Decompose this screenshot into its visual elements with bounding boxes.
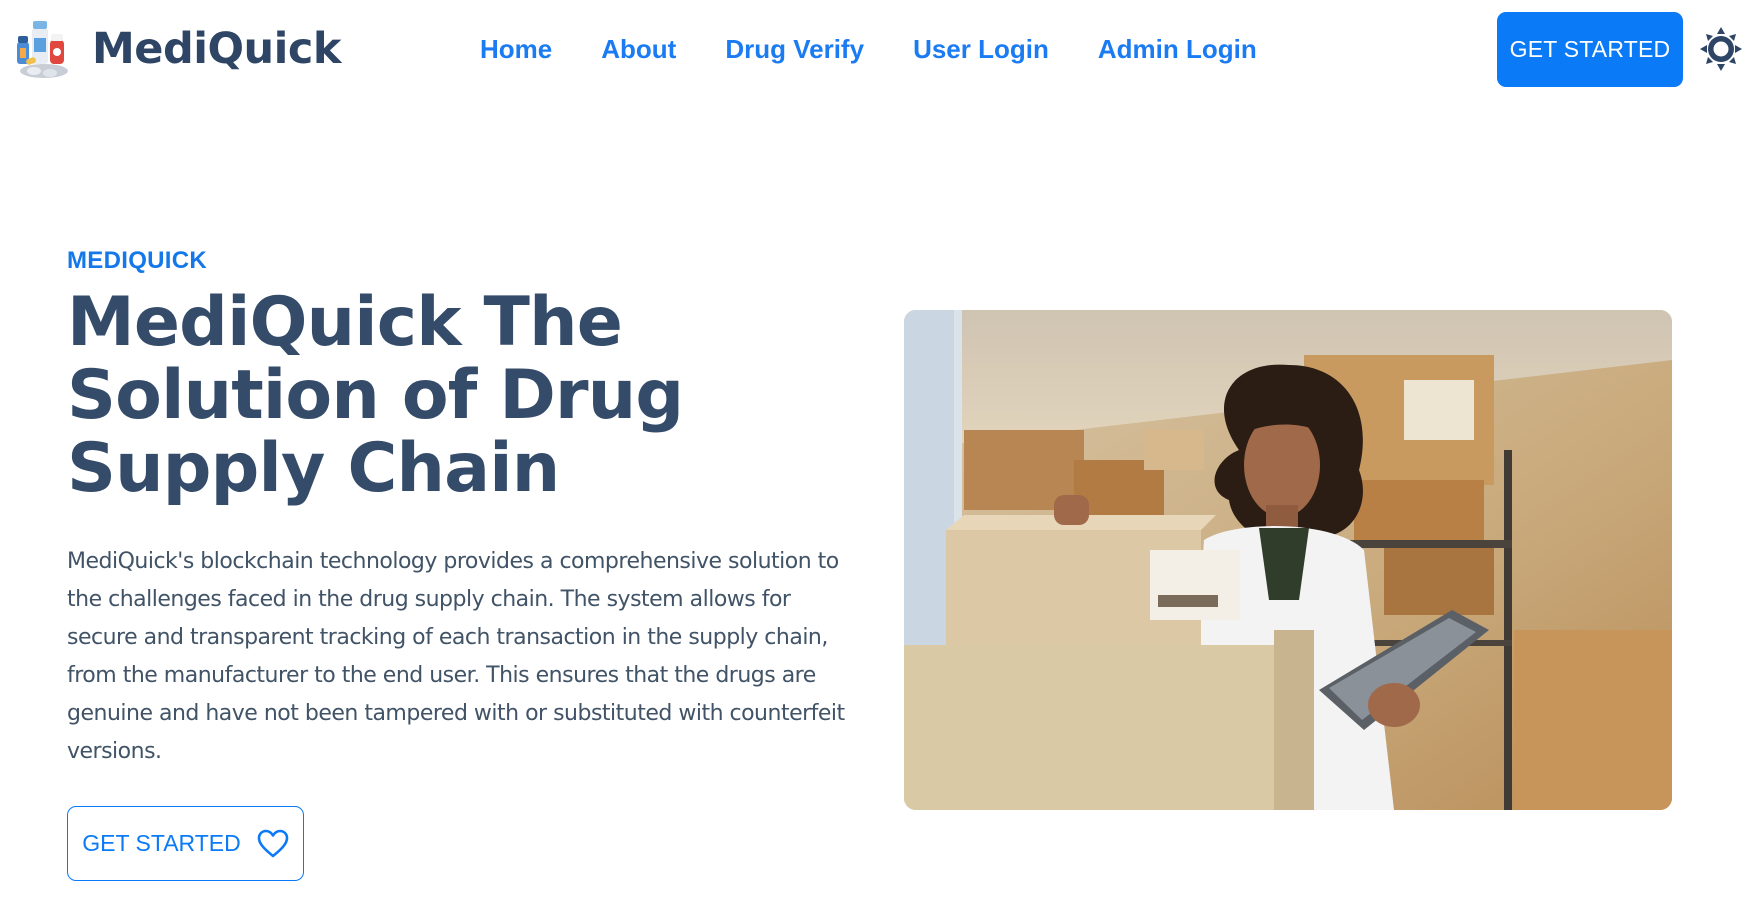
nav-item-user-login: User Login: [913, 34, 1049, 64]
hero-get-started-label: GET STARTED: [82, 830, 241, 856]
nav-item-admin-login: Admin Login: [1098, 34, 1257, 64]
nav-item-home: Home: [480, 34, 552, 64]
nav-link-home[interactable]: Home: [480, 34, 552, 64]
sun-icon[interactable]: [1698, 24, 1744, 74]
hero-description: MediQuick's blockchain technology provid…: [67, 549, 845, 764]
get-started-button[interactable]: GET STARTED: [1497, 12, 1683, 87]
brand-name: MediQuick: [92, 23, 341, 74]
nav-item-about: About: [601, 34, 676, 64]
nav-link-user-login[interactable]: User Login: [913, 34, 1049, 64]
heart-icon: [257, 829, 289, 857]
hero-eyebrow: MEDIQUICK: [67, 247, 208, 274]
nav-link-admin-login[interactable]: Admin Login: [1098, 34, 1257, 64]
hero-section: MEDIQUICK MediQuick The Solution of Drug…: [67, 246, 867, 771]
hero-image-pharmacist-with-tablet: [904, 310, 1672, 810]
medicine-bottles-logo-icon: [17, 21, 68, 78]
main-navigation: Home About Drug Verify User Login Admin …: [480, 34, 1306, 64]
brand-link[interactable]: MediQuick: [14, 18, 341, 80]
nav-link-drug-verify[interactable]: Drug Verify: [725, 34, 864, 64]
nav-link-about[interactable]: About: [601, 34, 676, 64]
nav-item-drug-verify: Drug Verify: [725, 34, 864, 64]
hero-get-started-button[interactable]: GET STARTED: [67, 806, 304, 881]
navbar: MediQuick Home About Drug Verify User Lo…: [0, 0, 1764, 100]
hero-title: MediQuick The Solution of Drug Supply Ch…: [67, 283, 684, 508]
